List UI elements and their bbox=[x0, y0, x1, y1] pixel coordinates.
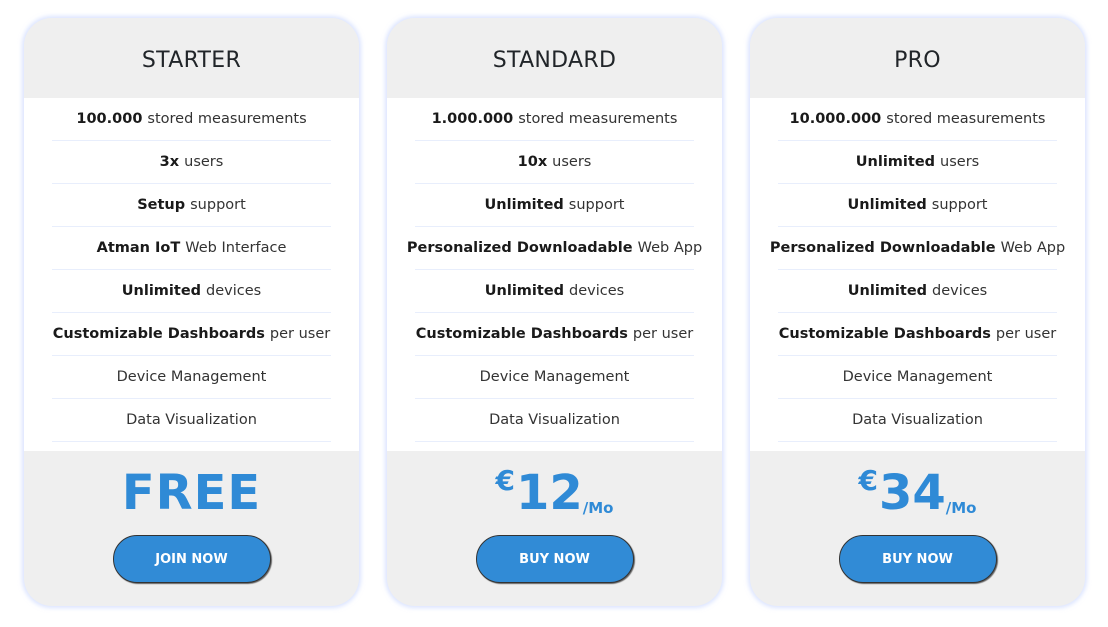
plan-card-starter: STARTER 100.000 stored measurements 3x use… bbox=[24, 18, 359, 606]
pricing-plans: STARTER 100.000 stored measurements 3x use… bbox=[0, 0, 1108, 627]
feature-item: Customizable Dashboards per user bbox=[415, 313, 694, 356]
feature-highlight: Unlimited bbox=[121, 283, 202, 299]
feature-list: 100.000 stored measurements 3x users Setup… bbox=[24, 98, 359, 451]
plan-price: FREE bbox=[122, 465, 261, 521]
feature-item: 10.000.000 stored measurements bbox=[778, 98, 1057, 141]
plan-card-standard: STANDARD 1.000.000 stored measurements 10… bbox=[387, 18, 722, 606]
plan-title: STARTER bbox=[141, 47, 242, 73]
buy-now-button[interactable]: BUY NOW bbox=[475, 535, 634, 583]
feature-item: Data Visualization bbox=[52, 399, 331, 442]
feature-item: Unlimited users bbox=[778, 141, 1057, 184]
feature-list: 10.000.000 stored measurements Unlimited u… bbox=[750, 98, 1085, 451]
feature-highlight: Unlimited bbox=[484, 197, 564, 213]
feature-item: Unlimited support bbox=[415, 184, 694, 227]
feature-item: Unlimited devices bbox=[52, 270, 331, 313]
feature-highlight: Customizable Dashboards bbox=[778, 326, 991, 342]
price-free-label: FREE bbox=[121, 465, 262, 521]
feature-text: per user bbox=[632, 326, 694, 342]
feature-text: devices bbox=[932, 283, 988, 299]
feature-text: per user bbox=[269, 326, 331, 342]
feature-item: Customizable Dashboards per user bbox=[52, 313, 331, 356]
feature-highlight: Unlimited bbox=[855, 154, 936, 170]
feature-text: devices bbox=[569, 283, 625, 299]
feature-item: Unlimited devices bbox=[778, 270, 1057, 313]
feature-item: Atman IoT Web Interface bbox=[52, 227, 331, 270]
feature-item: Customizable Dashboards per user bbox=[778, 313, 1057, 356]
price-section: FREE JOIN NOW bbox=[24, 451, 359, 606]
feature-text: Data Visualization bbox=[126, 412, 257, 428]
feature-item: Personalized Downloadable Web App bbox=[407, 227, 702, 270]
feature-highlight: Atman IoT bbox=[96, 240, 181, 256]
plan-price: € 12 /Mo bbox=[496, 465, 614, 521]
feature-item: Device Management bbox=[778, 356, 1057, 399]
feature-highlight: Customizable Dashboards bbox=[415, 326, 628, 342]
feature-text: users bbox=[184, 154, 224, 170]
feature-text: Web Interface bbox=[185, 240, 287, 256]
feature-item: Unlimited support bbox=[778, 184, 1057, 227]
feature-text: users bbox=[552, 154, 592, 170]
feature-text: Device Management bbox=[842, 369, 993, 385]
feature-highlight: 10x bbox=[517, 154, 548, 170]
feature-highlight: Personalized Downloadable bbox=[769, 240, 996, 256]
price-section: € 34 /Mo BUY NOW bbox=[750, 451, 1085, 606]
plan-header: STANDARD bbox=[387, 18, 722, 98]
feature-text: support bbox=[190, 197, 246, 213]
price-amount: 12 bbox=[515, 465, 583, 521]
plan-title: PRO bbox=[894, 47, 941, 73]
feature-item: Personalized Downloadable Web App bbox=[770, 227, 1065, 270]
price-period: /Mo bbox=[945, 499, 977, 517]
price-section: € 12 /Mo BUY NOW bbox=[387, 451, 722, 606]
feature-highlight: Unlimited bbox=[847, 197, 927, 213]
feature-item: Device Management bbox=[415, 356, 694, 399]
feature-highlight: 1.000.000 bbox=[431, 111, 514, 127]
feature-item: 1.000.000 stored measurements bbox=[415, 98, 694, 141]
feature-item: Setup support bbox=[52, 184, 331, 227]
feature-highlight: 3x bbox=[159, 154, 180, 170]
euro-currency-symbol: € bbox=[495, 464, 515, 497]
feature-text: devices bbox=[206, 283, 262, 299]
plan-price: € 34 /Mo bbox=[859, 465, 977, 521]
plan-header: PRO bbox=[750, 18, 1085, 98]
feature-item: Unlimited devices bbox=[415, 270, 694, 313]
feature-highlight: Setup bbox=[137, 197, 186, 213]
plan-title: STANDARD bbox=[492, 47, 617, 73]
feature-highlight: 100.000 bbox=[76, 111, 143, 127]
feature-text: Device Management bbox=[116, 369, 267, 385]
feature-text: per user bbox=[995, 326, 1057, 342]
plan-header: STARTER bbox=[24, 18, 359, 98]
feature-item: Data Visualization bbox=[778, 399, 1057, 442]
join-now-button[interactable]: JOIN NOW bbox=[112, 535, 271, 583]
euro-currency-symbol: € bbox=[858, 464, 878, 497]
feature-text: stored measurements bbox=[886, 111, 1046, 127]
feature-text: Device Management bbox=[479, 369, 630, 385]
feature-item: 100.000 stored measurements bbox=[52, 98, 331, 141]
buy-now-button[interactable]: BUY NOW bbox=[838, 535, 997, 583]
plan-card-pro: PRO 10.000.000 stored measurements Unlimi… bbox=[750, 18, 1085, 606]
feature-text: Data Visualization bbox=[489, 412, 620, 428]
feature-highlight: Unlimited bbox=[847, 283, 928, 299]
feature-text: support bbox=[931, 197, 988, 213]
feature-item: Data Visualization bbox=[415, 399, 694, 442]
feature-item: 10x users bbox=[415, 141, 694, 184]
feature-text: Web App bbox=[637, 240, 703, 256]
feature-highlight: Customizable Dashboards bbox=[52, 326, 265, 342]
feature-highlight: Unlimited bbox=[484, 283, 565, 299]
feature-list: 1.000.000 stored measurements 10x users Un… bbox=[387, 98, 722, 451]
feature-highlight: Personalized Downloadable bbox=[406, 240, 633, 256]
feature-text: Web App bbox=[1000, 240, 1066, 256]
price-period: /Mo bbox=[582, 499, 614, 517]
feature-text: stored measurements bbox=[147, 111, 307, 127]
feature-item: 3x users bbox=[52, 141, 331, 184]
feature-text: support bbox=[568, 197, 625, 213]
feature-text: users bbox=[940, 154, 980, 170]
feature-text: Data Visualization bbox=[852, 412, 983, 428]
feature-item: Device Management bbox=[52, 356, 331, 399]
feature-text: stored measurements bbox=[518, 111, 678, 127]
price-amount: 34 bbox=[878, 465, 946, 521]
feature-highlight: 10.000.000 bbox=[789, 111, 882, 127]
